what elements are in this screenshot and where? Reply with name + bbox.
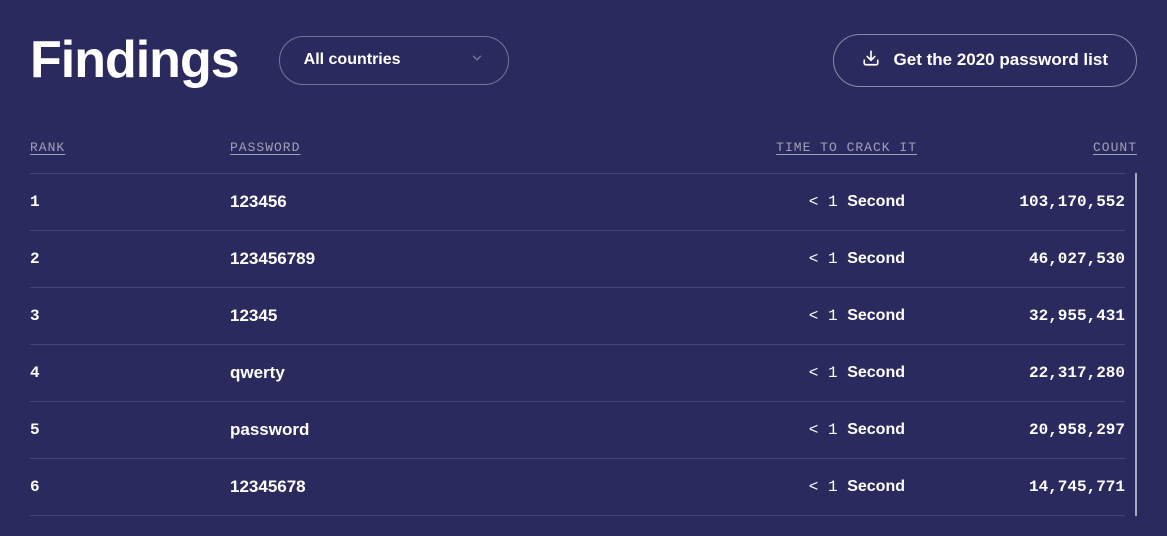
cell-count: 46,027,530 [925,250,1125,268]
cell-password: 123456789 [230,249,645,269]
header-time[interactable]: TIME TO CRACK IT [657,140,937,155]
table-row[interactable]: 4qwerty< 1 Second22,317,280 [30,345,1125,402]
cell-password: qwerty [230,363,645,383]
dropdown-selected-label: All countries [304,51,401,69]
table-row[interactable]: 5password< 1 Second20,958,297 [30,402,1125,459]
download-icon [862,49,880,72]
cell-count: 22,317,280 [925,364,1125,382]
cell-rank: 5 [30,421,230,439]
cell-count: 103,170,552 [925,193,1125,211]
cell-time: < 1 Second [645,364,925,382]
cell-time: < 1 Second [645,421,925,439]
header-password[interactable]: PASSWORD [230,140,657,155]
download-button-label: Get the 2020 password list [894,50,1108,70]
table-body: 1123456< 1 Second103,170,5522123456789< … [30,173,1137,516]
cell-password: 12345678 [230,477,645,497]
header: Findings All countries Get the 2020 pass… [0,0,1167,100]
cell-password: password [230,420,645,440]
chevron-down-icon [470,51,484,70]
cell-password: 12345 [230,306,645,326]
cell-time: < 1 Second [645,307,925,325]
header-rank[interactable]: RANK [30,140,230,155]
cell-password: 123456 [230,192,645,212]
cell-count: 32,955,431 [925,307,1125,325]
table-header: RANK PASSWORD TIME TO CRACK IT COUNT [30,130,1137,173]
cell-rank: 1 [30,193,230,211]
table-row[interactable]: 2123456789< 1 Second46,027,530 [30,231,1125,288]
country-dropdown[interactable]: All countries [279,36,509,85]
cell-rank: 4 [30,364,230,382]
table-row[interactable]: 612345678< 1 Second14,745,771 [30,459,1125,516]
download-button[interactable]: Get the 2020 password list [833,34,1137,87]
password-table: RANK PASSWORD TIME TO CRACK IT COUNT 112… [0,100,1167,516]
header-count[interactable]: COUNT [937,140,1137,155]
cell-time: < 1 Second [645,250,925,268]
cell-time: < 1 Second [645,478,925,496]
cell-rank: 6 [30,478,230,496]
table-row[interactable]: 312345< 1 Second32,955,431 [30,288,1125,345]
table-row[interactable]: 1123456< 1 Second103,170,552 [30,173,1125,231]
cell-rank: 3 [30,307,230,325]
cell-rank: 2 [30,250,230,268]
cell-count: 20,958,297 [925,421,1125,439]
cell-count: 14,745,771 [925,478,1125,496]
page-title: Findings [30,30,239,90]
cell-time: < 1 Second [645,193,925,211]
